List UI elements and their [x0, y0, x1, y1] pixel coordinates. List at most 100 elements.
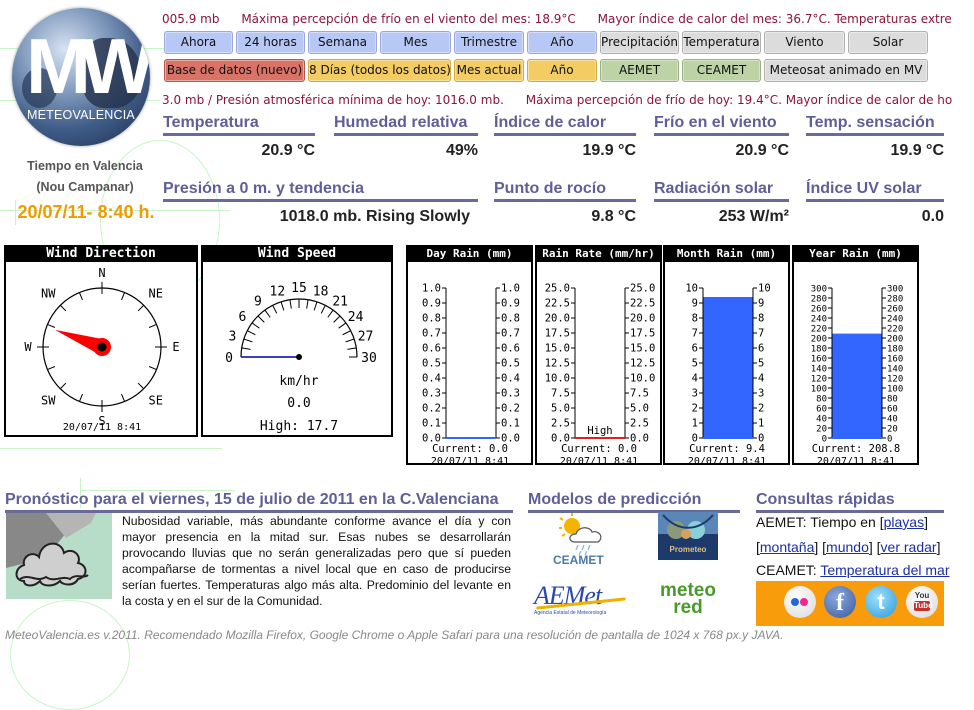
- rain-tick-label: 0.9: [501, 298, 520, 310]
- quick-ceamet-line: CEAMET: Temperatura del mar: [756, 562, 949, 578]
- compass-tick: [121, 393, 126, 402]
- rain-tick-label: 160: [887, 355, 903, 365]
- rain-tick-label: 10.0: [630, 373, 655, 385]
- speed-tick: [347, 347, 357, 350]
- compass-tick: [59, 304, 67, 312]
- compass-tick: [78, 393, 83, 402]
- meteored-logo[interactable]: meteo red: [648, 581, 728, 622]
- compass-tick: [78, 292, 83, 301]
- metric-value: 253 W/m²: [718, 208, 789, 225]
- flickr-dot-blue: [791, 598, 799, 606]
- youtube-icon[interactable]: You Tube: [906, 586, 938, 618]
- compass-label-se: SE: [149, 394, 163, 408]
- nav-ahora[interactable]: Ahora: [164, 31, 233, 54]
- link-playas[interactable]: playas: [884, 514, 924, 530]
- speed-tick-label: 15: [291, 281, 307, 296]
- rain-tick-label: 0.8: [422, 313, 441, 325]
- rain-tick-label: 300: [887, 285, 903, 295]
- rain-tick-label: 10.0: [545, 373, 570, 385]
- nav-mes-actual[interactable]: Mes actual: [454, 59, 524, 82]
- metric-value: 20.9 °C: [735, 142, 789, 159]
- rain-tick-label: 10: [685, 283, 698, 295]
- rain-current: Current: 9.4: [689, 443, 765, 455]
- rain-tick-label: 22.5: [630, 298, 655, 310]
- link-mundo[interactable]: mundo: [826, 539, 869, 555]
- rain-tick-label: 1: [692, 418, 698, 430]
- rain-high-label: High: [587, 425, 612, 437]
- metric-rocio: Punto de rocío 9.8 °C: [494, 180, 636, 226]
- nav-ceamet[interactable]: CEAMET: [682, 59, 761, 82]
- speed-tick: [320, 305, 326, 314]
- speed-tick: [247, 330, 256, 336]
- meteovalencia-logo[interactable]: MW METEOVALENCIA: [12, 8, 150, 146]
- link-temperatura-mar[interactable]: Temperatura del mar: [820, 562, 949, 578]
- nav-8-dias[interactable]: 8 Días (todos los datos): [308, 59, 451, 82]
- speed-tick: [257, 315, 265, 323]
- nav-ano[interactable]: Año: [527, 31, 597, 54]
- nav-precipitacion[interactable]: Precipitación: [600, 31, 679, 54]
- gauge-title: Wind Speed: [203, 247, 391, 262]
- ceamet-logo[interactable]: CEAMET: [550, 512, 615, 567]
- link-montana[interactable]: montaña: [760, 539, 814, 555]
- prometeo-logo[interactable]: Prometeo: [658, 512, 718, 560]
- compass-tick: [59, 382, 67, 390]
- rain-tick-label: 140: [811, 365, 827, 375]
- quick-prefix: AEMET: Tiempo en: [756, 514, 880, 530]
- nav-base-datos[interactable]: Base de datos (nuevo): [164, 59, 305, 82]
- rain-tick-label: 7.5: [551, 388, 570, 400]
- nav-meteosat[interactable]: Meteosat animado en MV: [764, 59, 928, 82]
- location-sublabel: (Nou Campanar): [36, 180, 134, 194]
- rain-tick-label: 60: [887, 405, 898, 415]
- rain-tick-label: 20.0: [545, 313, 570, 325]
- nav-solar[interactable]: Solar: [848, 31, 928, 54]
- nav-temperatura[interactable]: Temperatura: [682, 31, 761, 54]
- rain-tick-label: 300: [811, 285, 827, 295]
- rain-tick-label: 180: [887, 345, 903, 355]
- metric-humedad: Humedad relativa 49%: [334, 114, 478, 160]
- facebook-icon[interactable]: f: [824, 586, 856, 618]
- speed-unit: km/hr: [279, 374, 318, 389]
- metric-uv: Índice UV solar 0.0: [806, 180, 944, 226]
- flickr-icon[interactable]: [784, 586, 816, 618]
- location-label: Tiempo en Valencia: [27, 159, 143, 173]
- rain-tick-label: 80: [887, 395, 898, 405]
- metric-value: 9.8 °C: [591, 208, 636, 225]
- rain-current: Current: 208.8: [812, 443, 901, 455]
- rain-tick-label: 120: [887, 375, 903, 385]
- link-ver-radar[interactable]: ver radar: [881, 539, 937, 555]
- metric-presion: Presión a 0 m. y tendencia 1018.0 mb. Ri…: [163, 180, 478, 226]
- rain-tick-label: 25.0: [545, 283, 570, 295]
- rain-tick-label: 5.0: [630, 403, 649, 415]
- ticker-item: 3.0 mb / Presión atmosférica mínima de h…: [162, 93, 504, 107]
- rain-tick-label: 100: [887, 385, 903, 395]
- rain-tick-label: 0.5: [501, 358, 520, 370]
- ticker-item: 005.9 mb: [162, 12, 220, 26]
- rain-tick-label: 3: [758, 388, 764, 400]
- nav-trimestre[interactable]: Trimestre: [454, 31, 524, 54]
- rain-chart: 1.0 1.0 0.9 0.9 0.8 0.8 0.7 0.7 0.6 0.6 0.5 0.5 0.4 0…: [422, 283, 520, 464]
- nav-24-horas[interactable]: 24 horas: [236, 31, 305, 54]
- rain-tick-label: 22.5: [545, 298, 570, 310]
- update-timestamp: 20/07/11- 8:40 h.: [17, 202, 155, 222]
- quick-prefix: CEAMET:: [756, 562, 821, 578]
- nav-semana[interactable]: Semana: [308, 31, 377, 54]
- nav-ano-2[interactable]: Año: [527, 59, 597, 82]
- nav-mes[interactable]: Mes: [380, 31, 451, 54]
- rain-tick-label: 200: [887, 335, 903, 345]
- rain-tick-label: 0.2: [501, 403, 520, 415]
- compass-label-nw: NW: [41, 286, 56, 300]
- aemet-logo[interactable]: AEMet Agencia Estatal de Meteorología: [534, 582, 634, 622]
- speed-tick-label: 6: [238, 310, 246, 325]
- speed-tick: [333, 315, 341, 323]
- nav-viento[interactable]: Viento: [764, 31, 845, 54]
- rain-tick-label: 160: [811, 355, 827, 365]
- speed-tick: [251, 322, 260, 329]
- twitter-icon[interactable]: t: [865, 586, 897, 618]
- nav-aemet[interactable]: AEMET: [600, 59, 679, 82]
- youtube-tube: Tube: [914, 601, 933, 611]
- rain-rate-gauge: Rain Rate (mm/hr) 25.0 25.0 22.5 22.5 20.0 20…: [535, 245, 662, 465]
- rain-tick-label: 15.0: [545, 343, 570, 355]
- metric-indice-calor: Índice de calor 19.9 °C: [494, 114, 636, 160]
- ticker-item: Máxima percepción de frío en el viento d…: [241, 12, 576, 26]
- social-bar: f t You Tube: [756, 581, 944, 626]
